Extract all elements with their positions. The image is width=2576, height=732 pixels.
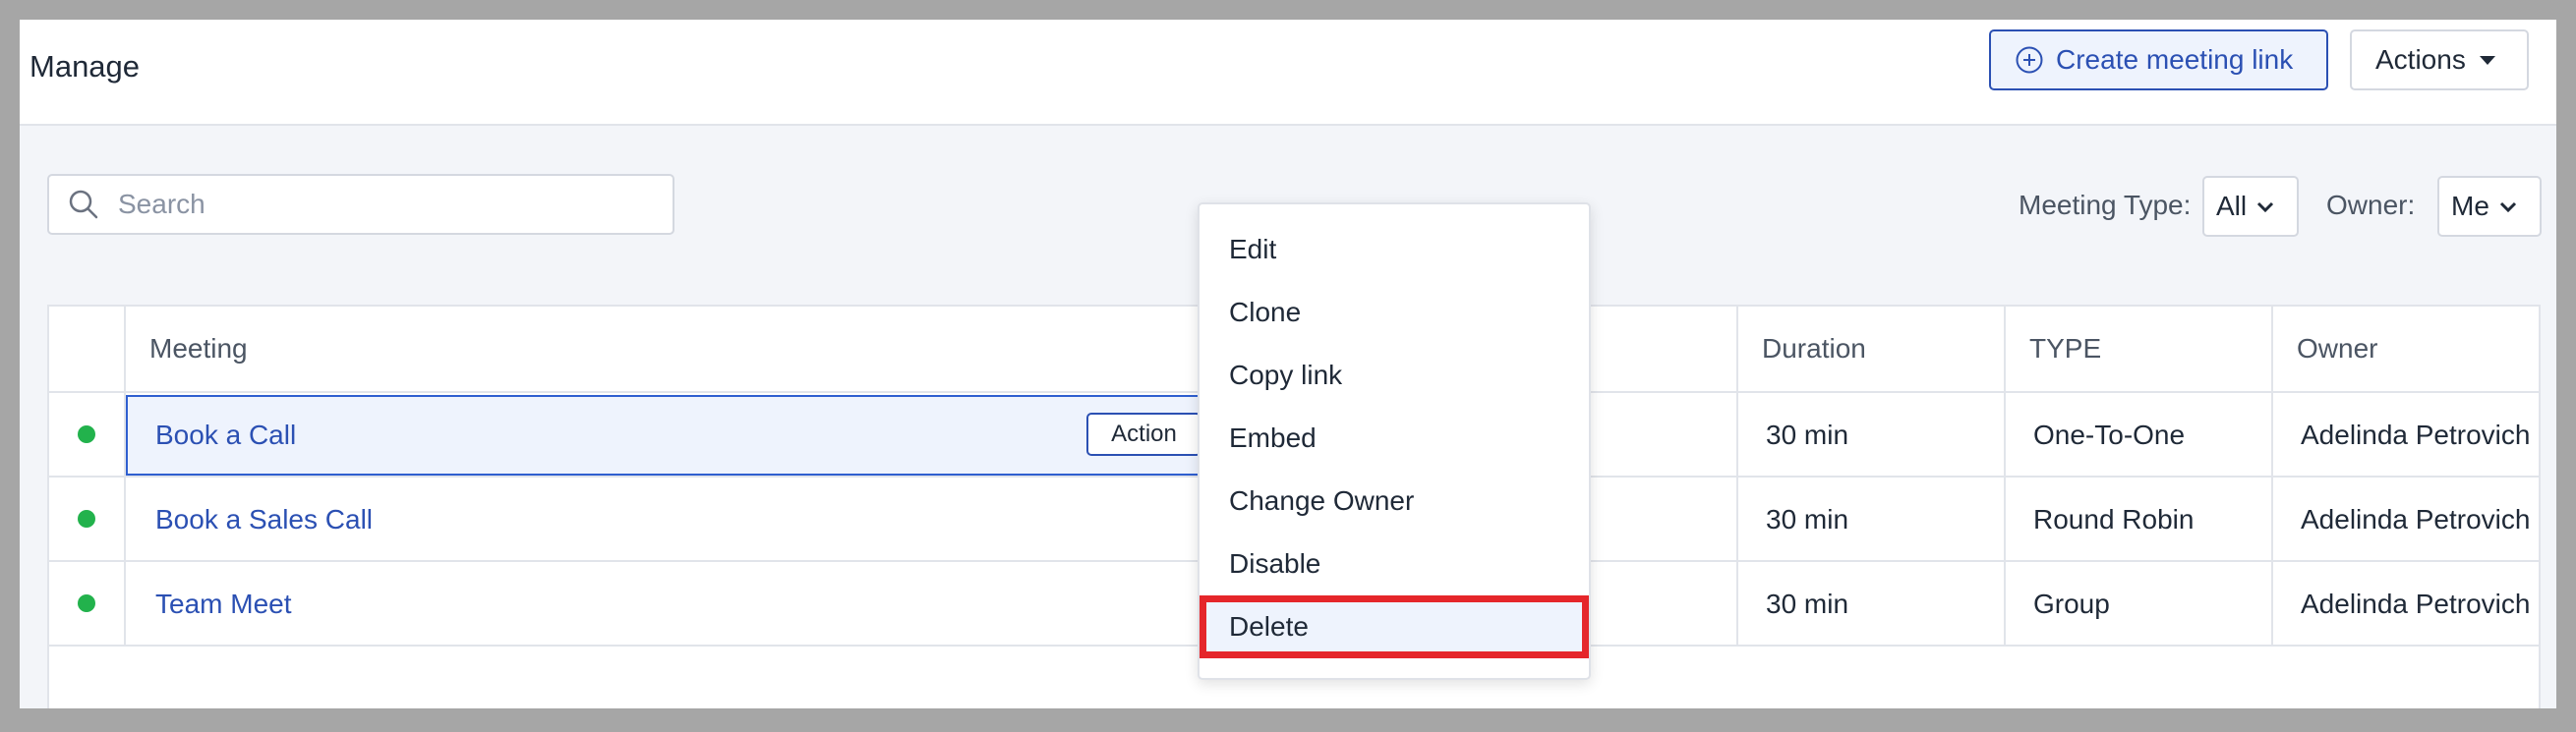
actions-label: Actions [2375, 44, 2466, 75]
type-cell: Group [2033, 589, 2110, 619]
menu-item-embed[interactable]: Embed [1200, 407, 1589, 470]
duration-cell: 30 min [1766, 504, 1849, 535]
meeting-name-link[interactable]: Team Meet [155, 589, 292, 620]
owner-cell: Adelinda Petrovich [2301, 420, 2531, 450]
column-header-duration[interactable]: Duration [1738, 307, 2006, 391]
menu-item-delete[interactable]: Delete [1200, 595, 1589, 658]
meeting-name-link[interactable]: Book a Call [155, 420, 296, 451]
meeting-type-label: Meeting Type: [2019, 190, 2192, 220]
page-title: Manage [29, 49, 141, 84]
status-dot-active [78, 425, 95, 443]
create-meeting-link-button[interactable]: Create meeting link [1989, 29, 2328, 90]
owner-value: Me [2451, 191, 2489, 221]
meeting-type-select[interactable]: All [2202, 176, 2299, 237]
menu-item-clone[interactable]: Clone [1200, 281, 1589, 344]
menu-item-disable[interactable]: Disable [1200, 533, 1589, 595]
menu-item-change-owner[interactable]: Change Owner [1200, 470, 1589, 533]
column-header-meeting[interactable]: Meeting [126, 307, 1087, 391]
menu-item-edit[interactable]: Edit [1200, 218, 1589, 281]
type-cell: One-To-One [2033, 420, 2186, 450]
type-cell: Round Robin [2033, 504, 2195, 535]
duration-cell: 30 min [1766, 589, 1849, 619]
search-icon [69, 190, 98, 219]
row-action-button[interactable]: Action [1086, 413, 1201, 456]
search-input[interactable] [116, 188, 651, 221]
owner-cell: Adelinda Petrovich [2301, 504, 2531, 535]
owner-label: Owner: [2326, 190, 2416, 220]
app-window: Manage Create meeting link Actions Meeti… [20, 20, 2556, 708]
column-header-type[interactable]: TYPE [2006, 307, 2273, 391]
status-dot-active [78, 510, 95, 528]
chevron-down-icon [2257, 201, 2274, 213]
status-dot-active [78, 594, 95, 612]
meeting-name-link[interactable]: Book a Sales Call [155, 504, 373, 535]
search-box[interactable] [47, 174, 674, 235]
duration-cell: 30 min [1766, 420, 1849, 450]
owner-select[interactable]: Me [2437, 176, 2542, 237]
meeting-type-value: All [2216, 191, 2248, 221]
top-bar: Manage Create meeting link Actions [20, 20, 2556, 126]
actions-dropdown-button[interactable]: Actions [2350, 29, 2529, 90]
row-actions-menu: Edit Clone Copy link Embed Change Owner … [1198, 202, 1591, 680]
column-header-owner[interactable]: Owner [2273, 307, 2539, 391]
menu-item-copy-link[interactable]: Copy link [1200, 344, 1589, 407]
owner-cell: Adelinda Petrovich [2301, 589, 2531, 619]
create-meeting-link-label: Create meeting link [2056, 44, 2294, 75]
caret-down-icon [2479, 55, 2495, 65]
chevron-down-icon [2499, 201, 2516, 213]
plus-circle-icon [2016, 46, 2043, 74]
